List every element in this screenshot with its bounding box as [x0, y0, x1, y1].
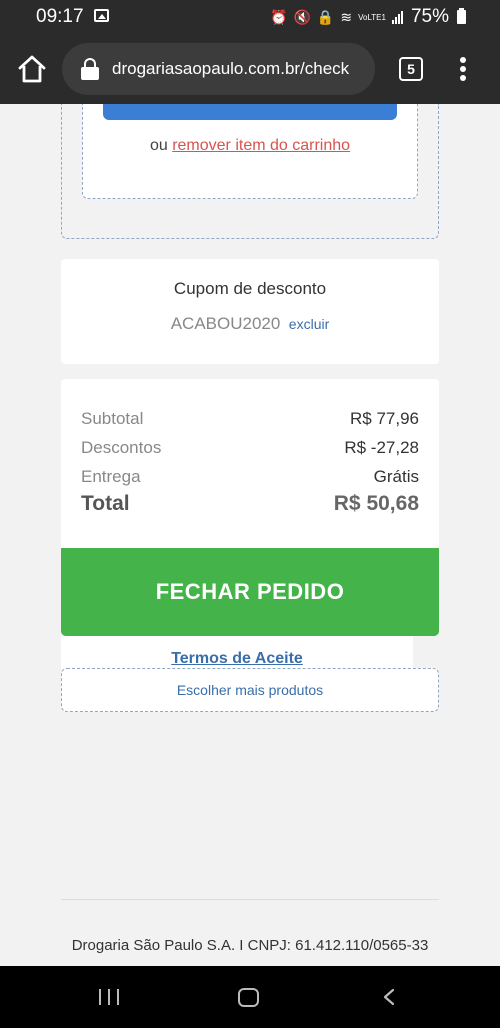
- signal-icon: [391, 10, 403, 24]
- status-bar: 09:17 ⏰ 🔇 🔒 ≋ VoLTE1 75%: [0, 0, 500, 34]
- order-summary-card: Subtotal R$ 77,96 Descontos R$ -27,28 En…: [61, 379, 439, 549]
- coupon-remove-link[interactable]: excluir: [289, 316, 329, 332]
- delivery-label: Entrega: [81, 467, 141, 486]
- mute-icon: 🔇: [293, 9, 311, 25]
- status-time: 09:17: [36, 6, 84, 27]
- battery-icon: [457, 8, 466, 24]
- system-navigation-bar: [0, 966, 500, 1028]
- status-icons: ⏰ 🔇 🔒 ≋ VoLTE1 75%: [270, 6, 466, 28]
- terms-link[interactable]: Termos de Aceite: [61, 650, 413, 668]
- wifi-icon: ≋: [340, 9, 353, 25]
- coupon-code: ACABOU2020: [170, 314, 281, 333]
- browser-toolbar: drogariasaopaulo.com.br/check 5: [0, 34, 500, 104]
- discount-label: Descontos: [81, 438, 162, 457]
- remove-item-link[interactable]: remover item do carrinho: [172, 137, 350, 154]
- home-nav-icon[interactable]: [238, 988, 259, 1007]
- subtotal-row: Subtotal R$ 77,96: [81, 409, 419, 429]
- lock-icon: [80, 58, 100, 80]
- total-row: Total R$ 50,68: [81, 492, 419, 516]
- image-notification-icon: [94, 9, 109, 22]
- subtotal-value: R$ 77,96: [350, 409, 419, 428]
- cart-item-card: ou remover item do carrinho: [61, 104, 439, 239]
- battery-percent: 75%: [410, 6, 449, 27]
- footer-divider: [61, 899, 439, 900]
- discount-value: R$ -27,28: [344, 438, 419, 457]
- discount-row: Descontos R$ -27,28: [81, 438, 419, 458]
- recent-apps-icon[interactable]: [99, 989, 119, 1005]
- address-bar[interactable]: drogariasaopaulo.com.br/check: [62, 43, 375, 95]
- terms-container: Termos de Aceite: [61, 636, 413, 670]
- coupon-row: ACABOU2020 excluir: [61, 314, 439, 334]
- checkout-button[interactable]: FECHAR PEDIDO: [61, 548, 439, 636]
- coupon-title: Cupom de desconto: [173, 279, 327, 298]
- total-label: Total: [81, 492, 130, 515]
- cart-item-inner: ou remover item do carrinho: [82, 104, 418, 199]
- more-products-button[interactable]: Escolher mais produtos: [61, 668, 439, 712]
- alarm-icon: ⏰: [270, 9, 288, 25]
- back-icon[interactable]: [382, 988, 396, 1006]
- cart-primary-button[interactable]: [103, 104, 397, 120]
- remove-item-line: ou remover item do carrinho: [83, 137, 417, 155]
- tab-switcher-button[interactable]: 5: [399, 57, 423, 81]
- delivery-row: Entrega Grátis: [81, 467, 419, 487]
- total-value: R$ 50,68: [333, 492, 419, 515]
- home-icon[interactable]: [16, 53, 48, 85]
- url-text: drogariasaopaulo.com.br/check: [112, 59, 350, 78]
- volte-label: VoLTE1: [358, 12, 386, 22]
- coupon-card: Cupom de desconto ACABOU2020 excluir: [61, 259, 439, 364]
- overflow-menu-icon[interactable]: [453, 55, 473, 83]
- notification-lock-icon: 🔒: [316, 9, 335, 25]
- subtotal-label: Subtotal: [81, 409, 144, 428]
- remove-prefix: ou: [149, 137, 168, 154]
- delivery-value: Grátis: [373, 467, 419, 486]
- footer-company-info: Drogaria São Paulo S.A. I CNPJ: 61.412.1…: [71, 937, 429, 954]
